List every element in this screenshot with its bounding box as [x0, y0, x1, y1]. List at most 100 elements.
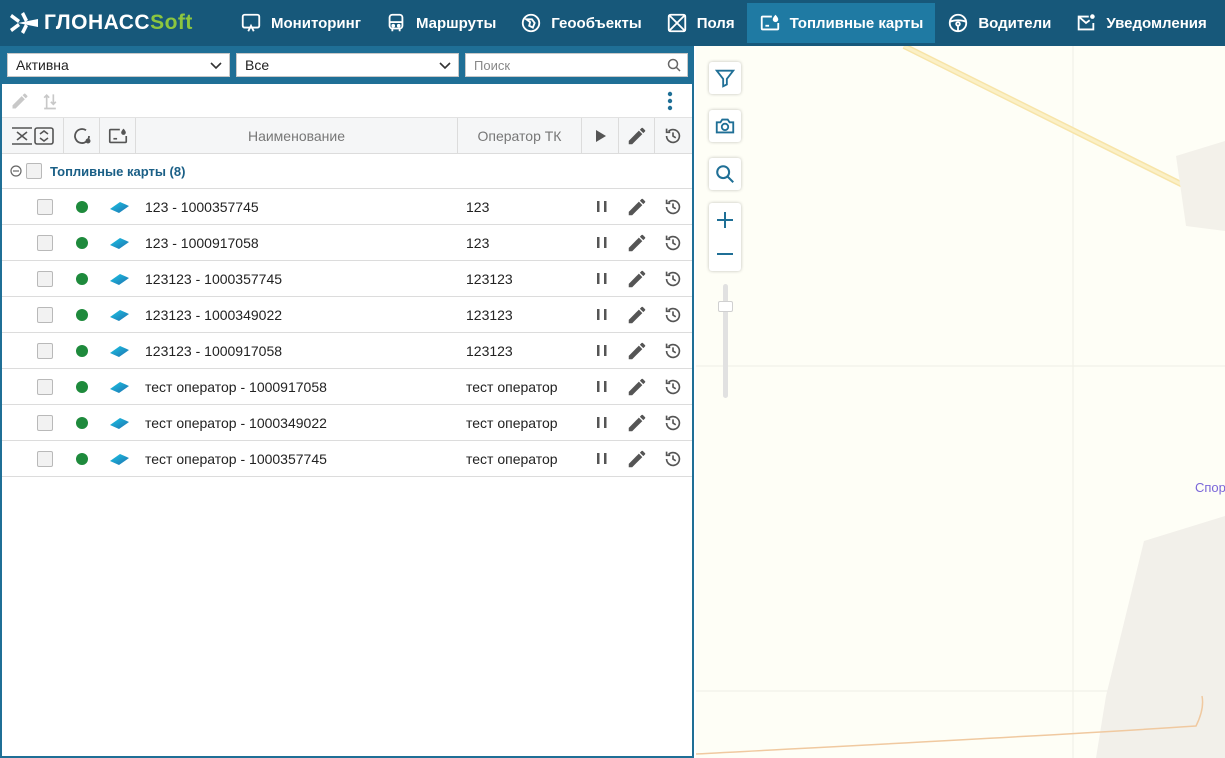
zoom-out-icon[interactable]: [714, 243, 736, 265]
row-checkbox[interactable]: [37, 343, 53, 359]
row-checkbox[interactable]: [37, 415, 53, 431]
history-row-button[interactable]: [662, 405, 684, 441]
play-header[interactable]: [582, 118, 619, 153]
map-filter-button[interactable]: [709, 62, 741, 94]
map-search-button[interactable]: [709, 158, 741, 190]
row-checkbox[interactable]: [37, 271, 53, 287]
card-name: тест оператор - 1000917058: [145, 379, 327, 395]
pause-button[interactable]: [591, 441, 613, 477]
search-input[interactable]: [474, 57, 654, 73]
nav-label: Уведомления: [1106, 14, 1207, 32]
map-view[interactable]: Спор: [696, 46, 1225, 758]
row-checkbox[interactable]: [37, 379, 53, 395]
history-row-button[interactable]: [662, 225, 684, 261]
table-row[interactable]: тест оператор - 1000349022 тест оператор: [2, 405, 692, 441]
fuel-card-chip-icon: [110, 274, 129, 285]
card-operator: тест оператор: [466, 379, 558, 395]
nav-item-drivers[interactable]: Водители: [935, 3, 1063, 43]
edit-row-button[interactable]: [626, 405, 648, 441]
row-checkbox[interactable]: [37, 199, 53, 215]
card-operator: 123: [466, 199, 490, 215]
fuel-card-list: 123 - 1000357745 123 123 - 1000917058 12…: [2, 189, 692, 477]
map-background: [696, 46, 1225, 758]
status-header[interactable]: [64, 118, 100, 153]
edit-row-button[interactable]: [626, 297, 648, 333]
pause-button[interactable]: [591, 261, 613, 297]
history-header[interactable]: [655, 118, 690, 153]
history-row-button[interactable]: [662, 261, 684, 297]
nav-item-notifications[interactable]: Уведомления: [1063, 3, 1218, 43]
group-checkbox[interactable]: [26, 163, 42, 179]
pause-button[interactable]: [591, 189, 613, 225]
collapse-all-icon[interactable]: [11, 125, 33, 147]
group-row-fuel-cards[interactable]: Топливные карты (8): [2, 154, 692, 189]
geoobject-icon: [522, 13, 541, 33]
search-box: [465, 53, 688, 77]
fuel-card-icon: [760, 14, 779, 31]
more-vertical-icon[interactable]: [660, 91, 680, 111]
edit-icon: [628, 342, 646, 360]
fuel-card-chip-icon: [110, 346, 129, 357]
pause-button[interactable]: [591, 405, 613, 441]
search-icon[interactable]: [667, 58, 681, 72]
row-checkbox[interactable]: [37, 235, 53, 251]
nav-item-monitoring[interactable]: Мониторинг: [228, 3, 373, 43]
row-checkbox[interactable]: [37, 307, 53, 323]
pause-icon: [597, 309, 607, 320]
card-type-header[interactable]: [100, 118, 136, 153]
card-operator: 123123: [466, 343, 513, 359]
operator-column-header[interactable]: Оператор ТК: [458, 118, 582, 153]
pause-button[interactable]: [591, 297, 613, 333]
table-row[interactable]: 123123 - 1000917058 123123: [2, 333, 692, 369]
pause-button[interactable]: [591, 225, 613, 261]
nav-item-fuel-cards[interactable]: Топливные карты: [746, 3, 936, 43]
status-filter-select[interactable]: Активна: [7, 53, 230, 77]
name-column-header[interactable]: Наименование: [136, 118, 458, 153]
edit-icon: [628, 306, 646, 324]
edit-row-button[interactable]: [626, 225, 648, 261]
fuel-card-chip-icon: [110, 454, 129, 465]
brand-logo[interactable]: ГЛОНАССSoft: [0, 0, 228, 46]
edit-row-button[interactable]: [626, 369, 648, 405]
edit-header[interactable]: [619, 118, 655, 153]
history-row-button[interactable]: [662, 189, 684, 225]
group-label: Топливные карты (8): [50, 163, 186, 179]
steering-wheel-icon: [949, 13, 968, 33]
card-name: тест оператор - 1000357745: [145, 451, 327, 467]
history-row-button[interactable]: [662, 297, 684, 333]
field-icon: [667, 13, 686, 33]
table-row[interactable]: 123123 - 1000349022 123123: [2, 297, 692, 333]
pause-button[interactable]: [591, 333, 613, 369]
map-screenshot-button[interactable]: [709, 110, 741, 142]
history-row-button[interactable]: [662, 441, 684, 477]
table-row[interactable]: тест оператор - 1000917058 тест оператор: [2, 369, 692, 405]
edit-row-button[interactable]: [626, 441, 648, 477]
table-row[interactable]: 123123 - 1000357745 123123: [2, 261, 692, 297]
collapse-group-icon[interactable]: [10, 165, 22, 177]
brand-name-soft: Soft: [150, 11, 193, 34]
table-row[interactable]: 123 - 1000917058 123: [2, 225, 692, 261]
zoom-slider-thumb[interactable]: [718, 301, 733, 312]
edit-row-button[interactable]: [626, 261, 648, 297]
zoom-in-icon[interactable]: [714, 209, 736, 231]
status-active-indicator: [76, 273, 88, 285]
edit-icon[interactable]: [10, 91, 30, 111]
table-row[interactable]: 123 - 1000357745 123: [2, 189, 692, 225]
nav-item-geoobjects[interactable]: Геообъекты: [508, 3, 653, 43]
nav-item-fields[interactable]: Поля: [654, 3, 747, 43]
pause-button[interactable]: [591, 369, 613, 405]
history-row-button[interactable]: [662, 369, 684, 405]
operator-filter-select[interactable]: Все: [236, 53, 459, 77]
nav-label: Топливные карты: [789, 14, 924, 32]
nav-item-routes[interactable]: Маршруты: [373, 3, 508, 43]
history-row-button[interactable]: [662, 333, 684, 369]
zoom-controls: [709, 203, 741, 271]
history-icon: [665, 235, 681, 251]
operator-filter-value: Все: [245, 57, 270, 73]
row-checkbox[interactable]: [37, 451, 53, 467]
edit-row-button[interactable]: [626, 189, 648, 225]
expand-all-icon[interactable]: [33, 125, 55, 147]
table-row[interactable]: тест оператор - 1000357745 тест оператор: [2, 441, 692, 477]
edit-row-button[interactable]: [626, 333, 648, 369]
sort-icon[interactable]: [40, 91, 60, 111]
